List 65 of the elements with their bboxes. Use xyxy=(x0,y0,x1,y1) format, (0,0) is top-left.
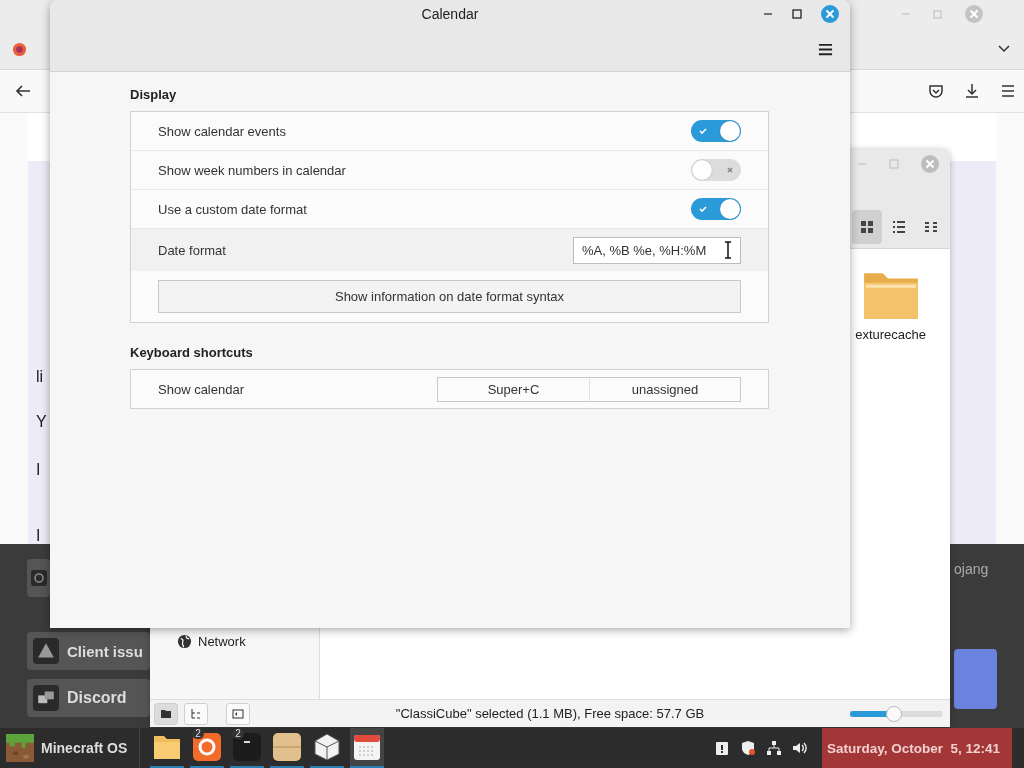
section-heading: Display xyxy=(130,87,178,102)
page-text: I xyxy=(36,527,41,545)
sidebar-icon xyxy=(232,707,244,720)
box-icon xyxy=(273,733,302,761)
list-icon xyxy=(891,219,907,235)
start-menu-button[interactable]: Minecraft OS xyxy=(0,728,141,768)
tree-button[interactable] xyxy=(184,702,208,725)
taskbar-app[interactable] xyxy=(350,728,385,768)
network-icon[interactable] xyxy=(765,740,782,756)
setting-label: Date format xyxy=(158,242,227,258)
setting-label: Show calendar xyxy=(158,381,245,397)
maximize-icon[interactable] xyxy=(791,8,803,20)
volume-icon[interactable] xyxy=(791,740,808,756)
info-button[interactable]: Show information on date format syntax xyxy=(158,279,741,313)
page-text: Y xyxy=(36,413,47,431)
toggle-switch[interactable] xyxy=(691,159,741,181)
date-format-field[interactable]: %A, %B %e, %H:%M xyxy=(573,236,741,264)
download-icon[interactable] xyxy=(963,82,981,100)
toggle-switch[interactable] xyxy=(691,198,741,220)
globe-icon xyxy=(177,634,192,649)
tree-icon xyxy=(190,707,202,720)
sidebar-toggle-button[interactable] xyxy=(226,702,250,725)
pocket-icon[interactable] xyxy=(927,82,945,100)
toggle-switch[interactable] xyxy=(691,120,741,142)
taskbar-app[interactable]: 2 xyxy=(190,728,225,768)
folder-icon xyxy=(153,733,182,761)
calendar-icon xyxy=(353,733,382,761)
view-button[interactable] xyxy=(852,210,882,244)
page-text: I xyxy=(36,461,41,479)
launcher-button[interactable]: Discord xyxy=(27,679,150,717)
setting-label: Use a custom date format xyxy=(158,201,308,217)
close-icon[interactable] xyxy=(820,4,840,24)
places-button[interactable] xyxy=(154,702,178,725)
side-text: ojang xyxy=(954,561,989,577)
setting-label: Show week numbers in calendar xyxy=(158,162,347,178)
window-count-badge: 2 xyxy=(232,728,244,739)
clipboard-icon[interactable] xyxy=(713,740,730,756)
setting-label: Show calendar events xyxy=(158,123,287,139)
status-text: "ClassiCube" selected (1.1 MB), Free space: 57.7 GB xyxy=(394,706,706,721)
section-heading: Keyboard shortcuts xyxy=(130,345,254,360)
shield-icon[interactable] xyxy=(739,740,756,756)
menu-icon[interactable] xyxy=(999,82,1017,100)
folder-icon xyxy=(160,707,172,720)
window-title: Calendar xyxy=(421,6,479,22)
grid-icon xyxy=(859,219,875,235)
page-text: li xyxy=(36,368,44,386)
check-icon xyxy=(698,126,708,136)
launcher-button[interactable]: Client issu xyxy=(27,632,150,670)
cross-icon xyxy=(725,165,735,175)
menu-icon[interactable] xyxy=(818,42,833,57)
warning-icon xyxy=(33,638,59,664)
folder-item[interactable]: exturecache xyxy=(855,269,926,342)
compact-grid-icon xyxy=(923,219,939,235)
chat-icon xyxy=(33,685,59,711)
check-icon xyxy=(698,204,708,214)
launcher-button[interactable] xyxy=(27,559,50,597)
taskbar-app[interactable]: 2 xyxy=(230,728,265,768)
slider-thumb[interactable] xyxy=(886,705,903,722)
window-count-badge: 2 xyxy=(192,728,204,739)
text-cursor-icon xyxy=(724,241,732,259)
cube-icon xyxy=(313,733,342,761)
grass-block-icon xyxy=(6,734,34,762)
sidebar-item[interactable]: Network xyxy=(150,634,319,649)
browser-logo-icon[interactable] xyxy=(12,42,27,57)
clock[interactable]: Saturday, October 5, 12:41 xyxy=(821,728,1012,768)
